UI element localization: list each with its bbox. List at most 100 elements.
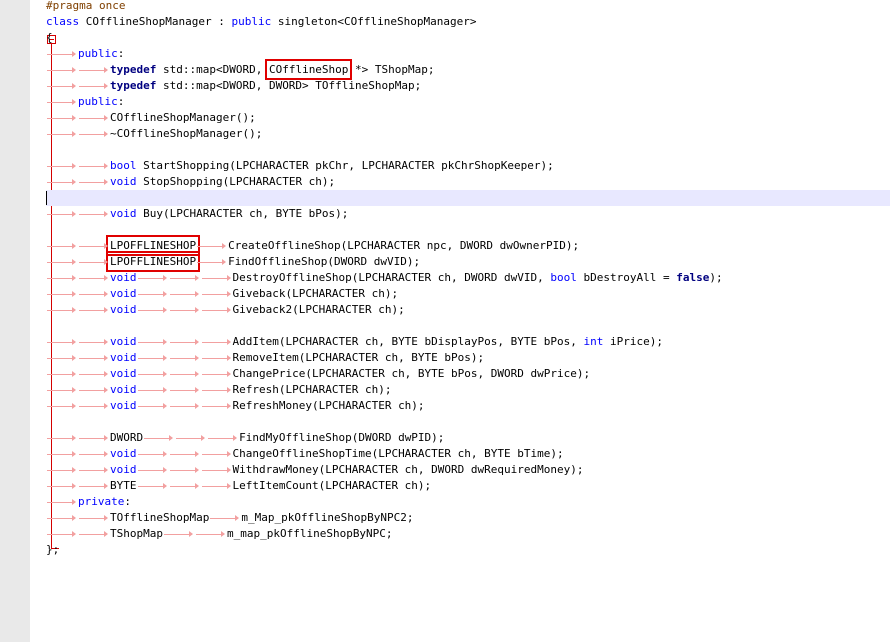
code-token: void xyxy=(110,335,137,348)
code-token: Buy(LPCHARACTER ch, BYTE bPos); xyxy=(136,207,349,220)
tab-arrow-icon xyxy=(78,510,110,526)
tab-arrow-icon xyxy=(46,238,78,254)
code-token: bool xyxy=(110,159,137,172)
tab-arrow-icon xyxy=(137,382,169,398)
code-line[interactable]: void ChangePrice(LPCHARACTER ch, BYTE bPo… xyxy=(46,366,890,382)
code-token: COfflineShopManager : xyxy=(79,15,232,28)
code-line[interactable]: TOfflineShopMap m_Map_pkOfflineShopByNPC2… xyxy=(46,510,890,526)
code-line[interactable]: { xyxy=(46,30,890,46)
tab-arrow-icon xyxy=(196,238,228,254)
code-token: void xyxy=(110,207,137,220)
tab-arrow-icon xyxy=(137,478,169,494)
code-token: class xyxy=(46,15,80,28)
tab-arrow-icon xyxy=(201,366,233,382)
code-line[interactable]: COfflineShopManager(); xyxy=(46,110,890,126)
code-line[interactable]: typedef std::map<DWORD, COfflineShop *> … xyxy=(46,59,890,80)
code-line[interactable]: void RefreshMoney(LPCHARACTER ch); xyxy=(46,398,890,414)
tab-arrow-icon xyxy=(169,286,201,302)
tab-arrow-icon xyxy=(137,286,169,302)
code-line[interactable] xyxy=(46,142,890,158)
tab-arrow-icon xyxy=(46,158,78,174)
tab-arrow-icon xyxy=(137,398,169,414)
tab-arrow-icon xyxy=(46,126,78,142)
code-token: *> TShopMap; xyxy=(348,63,435,76)
tab-arrow-icon xyxy=(163,526,195,542)
code-token: private xyxy=(78,495,125,508)
tab-arrow-icon xyxy=(137,302,169,318)
tab-arrow-icon xyxy=(78,478,110,494)
code-line[interactable] xyxy=(46,222,890,238)
code-token: void xyxy=(110,367,137,380)
tab-arrow-icon xyxy=(175,430,207,446)
code-token: { xyxy=(46,31,53,44)
tab-arrow-icon xyxy=(209,510,241,526)
code-token: m_map_pkOfflineShopByNPC; xyxy=(226,527,393,540)
tab-arrow-icon xyxy=(46,430,78,446)
code-line[interactable]: bool StartShopping(LPCHARACTER pkChr, LP… xyxy=(46,158,890,174)
tab-arrow-icon xyxy=(201,462,233,478)
tab-arrow-icon xyxy=(201,302,233,318)
code-line[interactable]: typedef std::map<DWORD, DWORD> TOfflineS… xyxy=(46,78,890,94)
code-token: DWORD xyxy=(110,431,144,444)
tab-arrow-icon xyxy=(46,494,78,510)
code-line[interactable]: void Giveback2(LPCHARACTER ch); xyxy=(46,302,890,318)
code-line[interactable]: LPOFFLINESHOP FindOfflineShop(DWORD dwVID… xyxy=(46,251,890,272)
code-token: ~COfflineShopManager(); xyxy=(110,127,263,140)
code-line[interactable]: public: xyxy=(46,94,890,110)
tab-arrow-icon xyxy=(46,270,78,286)
tab-arrow-icon xyxy=(137,270,169,286)
code-line[interactable] xyxy=(46,414,890,430)
tab-arrow-icon xyxy=(207,430,239,446)
tab-arrow-icon xyxy=(195,526,227,542)
code-line[interactable]: void Giveback(LPCHARACTER ch); xyxy=(46,286,890,302)
code-line[interactable]: }; xyxy=(46,542,890,558)
code-token: void xyxy=(110,287,137,300)
code-line[interactable]: void AddItem(LPCHARACTER ch, BYTE bDispla… xyxy=(46,334,890,350)
code-editor[interactable]: #pragma once class COfflineShopManager : … xyxy=(46,0,890,558)
highlighted-token: COfflineShop xyxy=(264,59,353,80)
code-line[interactable]: DWORD FindMyOfflineShop(DWORD dwPID); xyxy=(46,430,890,446)
code-line[interactable]: TShopMap m_map_pkOfflineShopByNPC; xyxy=(46,526,890,542)
code-line[interactable]: BYTE LeftItemCount(LPCHARACTER ch); xyxy=(46,478,890,494)
code-token: void xyxy=(110,463,137,476)
tab-arrow-icon xyxy=(78,302,110,318)
code-line[interactable]: LPOFFLINESHOP CreateOfflineShop(LPCHARACT… xyxy=(46,235,890,256)
tab-arrow-icon xyxy=(78,462,110,478)
tab-arrow-icon xyxy=(201,398,233,414)
code-line[interactable]: void DestroyOfflineShop(LPCHARACTER ch, D… xyxy=(46,270,890,286)
code-line[interactable]: void Refresh(LPCHARACTER ch); xyxy=(46,382,890,398)
code-line[interactable]: void Buy(LPCHARACTER ch, BYTE bPos); xyxy=(46,206,890,222)
code-line[interactable]: void ChangeOfflineShopTime(LPCHARACTER ch… xyxy=(46,446,890,462)
code-line[interactable]: void WithdrawMoney(LPCHARACTER ch, DWORD … xyxy=(46,462,890,478)
tab-arrow-icon xyxy=(78,334,110,350)
code-line[interactable]: #pragma once xyxy=(46,0,890,14)
tab-arrow-icon xyxy=(169,270,201,286)
tab-arrow-icon xyxy=(46,366,78,382)
tab-arrow-icon xyxy=(46,478,78,494)
tab-arrow-icon xyxy=(46,78,78,94)
tab-arrow-icon xyxy=(78,238,110,254)
code-line[interactable] xyxy=(46,190,890,206)
tab-arrow-icon xyxy=(46,62,78,78)
code-line[interactable]: class COfflineShopManager : public singl… xyxy=(46,14,890,30)
code-line[interactable]: void RemoveItem(LPCHARACTER ch, BYTE bPos… xyxy=(46,350,890,366)
code-line[interactable]: public: xyxy=(46,46,890,62)
code-token: StopShopping(LPCHARACTER ch); xyxy=(136,175,336,188)
tab-arrow-icon xyxy=(201,446,233,462)
code-token: Refresh(LPCHARACTER ch); xyxy=(232,383,392,396)
tab-arrow-icon xyxy=(169,334,201,350)
code-token: : xyxy=(117,47,125,60)
code-token: false xyxy=(676,271,710,284)
code-line[interactable]: void StopShopping(LPCHARACTER ch); xyxy=(46,174,890,190)
code-line[interactable]: private: xyxy=(46,494,890,510)
tab-arrow-icon xyxy=(46,526,78,542)
code-line[interactable] xyxy=(46,318,890,334)
code-line[interactable]: ~COfflineShopManager(); xyxy=(46,126,890,142)
tab-arrow-icon xyxy=(201,334,233,350)
code-token: RefreshMoney(LPCHARACTER ch); xyxy=(232,399,425,412)
code-token: iPrice); xyxy=(603,335,663,348)
tab-arrow-icon xyxy=(137,462,169,478)
tab-arrow-icon xyxy=(78,366,110,382)
code-token: void xyxy=(110,175,137,188)
tab-arrow-icon xyxy=(78,430,110,446)
